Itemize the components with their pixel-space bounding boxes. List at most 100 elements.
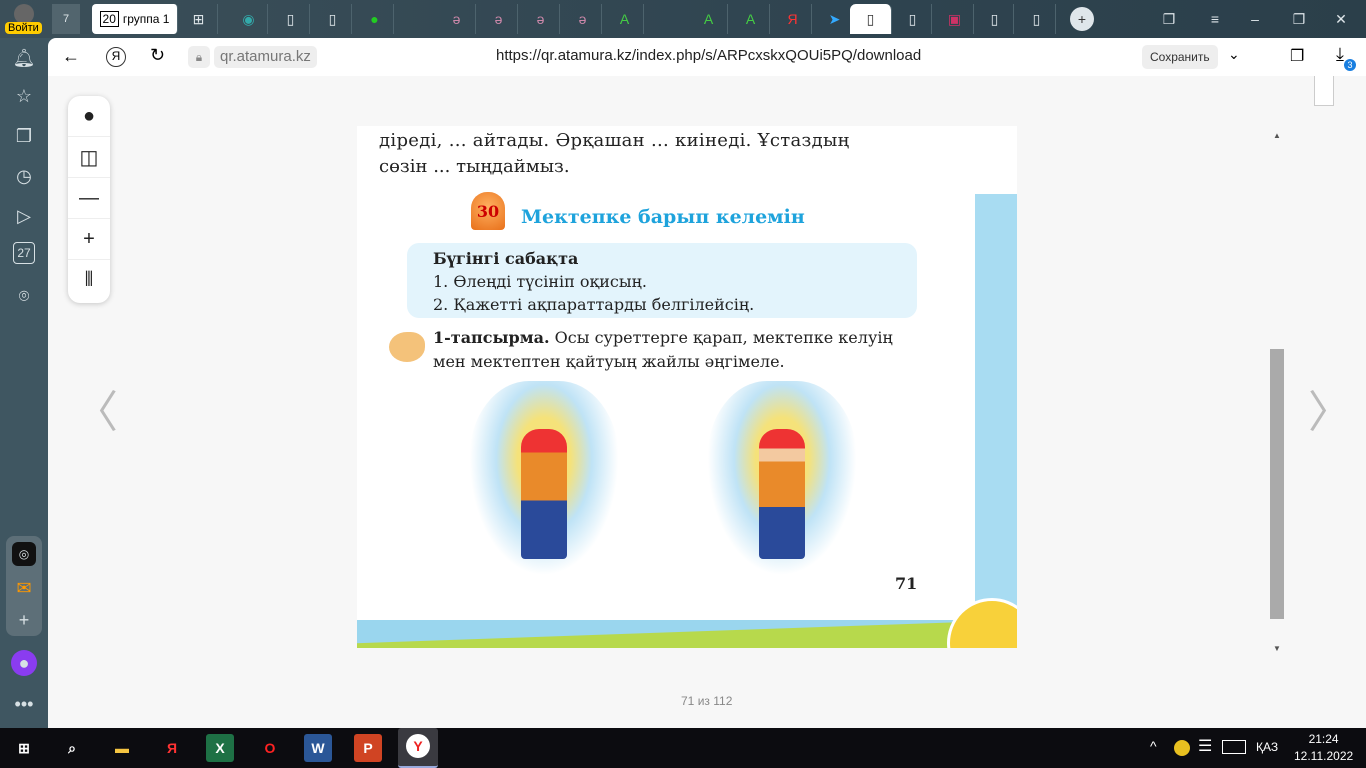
tray-app-icon[interactable] — [1174, 740, 1190, 756]
today-title: Бүгінгі сабақта — [433, 249, 579, 268]
excel-icon[interactable]: X — [206, 734, 234, 762]
scroll-thumb[interactable] — [1270, 349, 1284, 619]
explorer-icon[interactable]: ▬ — [108, 734, 136, 762]
calendar-icon[interactable]: 27 — [13, 242, 35, 264]
back-icon[interactable]: ← — [62, 46, 80, 67]
tab-document[interactable]: ▯ — [272, 4, 310, 34]
bookmark-icon[interactable] — [1314, 76, 1334, 106]
prev-page-arrow[interactable]: 〈 — [74, 376, 118, 440]
minimize-button[interactable]: – — [1236, 4, 1274, 34]
word-icon[interactable]: W — [304, 734, 332, 762]
sun-decoration — [947, 598, 1017, 648]
viewer-toolbar: ● ◫ — + ⫴ — [68, 96, 110, 303]
save-button[interactable]: Сохранить — [1142, 45, 1218, 69]
bell-icon[interactable]: 🔔︎ — [10, 44, 38, 72]
url-input[interactable]: https://qr.atamura.kz/index.php/s/ARPcxs… — [496, 47, 921, 64]
tab-a[interactable]: A — [690, 4, 728, 34]
tab-app[interactable]: ə — [564, 4, 602, 34]
new-tab-button[interactable]: + — [1070, 7, 1094, 31]
tab-app[interactable]: ▣ — [936, 4, 974, 34]
clock[interactable]: 21:24 12.11.2022 — [1294, 731, 1353, 765]
alice-icon[interactable]: ● — [11, 650, 37, 676]
menu-icon[interactable]: ≡ — [1196, 4, 1234, 34]
tab-a[interactable]: A — [606, 4, 644, 34]
browser-sidebar: 🔔︎ ☆ ❐ ◷ ▷ 27 ⌾ ◎ ✉ + ● ••• — [0, 38, 48, 728]
add-app-icon[interactable]: + — [10, 606, 38, 634]
taskbar: ⊞ ⌕ ▬ Я X O W P Y ^ ☰ ҚАЗ 21:24 12.11.202… — [0, 728, 1366, 768]
screenshot-icon[interactable]: ⌾ — [10, 282, 38, 310]
text-line: діреді, ... айтады. Әрқашан ... киінеді.… — [379, 130, 850, 151]
home-tab[interactable]: 7 — [52, 4, 80, 34]
yandex-app-icon[interactable]: Я — [158, 734, 186, 762]
collections-icon[interactable]: ❐ — [10, 122, 38, 150]
reload-icon[interactable]: ↻ — [150, 45, 165, 66]
tab-document[interactable]: ▯ — [1018, 4, 1056, 34]
tab-telegram[interactable]: ➤ — [816, 4, 854, 34]
today-box: Бүгінгі сабақта 1. Өлеңді түсініп оқисың… — [407, 243, 917, 318]
pdf-viewer: ● ◫ — + ⫴ 〈 〉 діреді, ... айтады. Әрқаша… — [48, 76, 1366, 728]
blue-border-right — [975, 194, 1017, 624]
tab-app[interactable]: ə — [522, 4, 560, 34]
chevron-down-icon[interactable]: ⌄ — [1228, 46, 1240, 63]
downloads-icon[interactable]: ⤓ — [1336, 44, 1344, 65]
tab-favicon[interactable]: ◉ — [230, 4, 268, 34]
tray-chevron-icon[interactable]: ^ — [1150, 738, 1157, 754]
tab-a[interactable]: A — [732, 4, 770, 34]
star-icon[interactable]: ☆ — [10, 82, 38, 110]
tab-yandex[interactable]: Я — [774, 4, 812, 34]
yandex-browser-icon[interactable]: Y — [398, 728, 438, 768]
illustration-going-to-school — [469, 381, 619, 576]
notification-icon[interactable]: ☰ — [1198, 736, 1212, 756]
avatar — [14, 4, 34, 24]
tab-document[interactable]: ▯ — [894, 4, 932, 34]
green-border — [357, 620, 1017, 648]
start-button[interactable]: ⊞ — [10, 734, 38, 762]
restore-button[interactable]: ❐ — [1280, 4, 1318, 34]
today-item: 2. Қажетті ақпараттарды белгілейсің. — [433, 295, 755, 314]
next-page-arrow[interactable]: 〉 — [1308, 376, 1352, 440]
page-number: 71 — [895, 574, 918, 593]
address-bar: ← Я ↻ 🔒︎ qr.atamura.kz https://qr.atamur… — [48, 38, 1366, 76]
zoom-in-button[interactable]: + — [68, 219, 110, 260]
scroll-down-arrow[interactable]: ▼ — [1270, 644, 1284, 653]
tab-group[interactable]: 20 группа 1 — [92, 4, 178, 34]
yandex-icon[interactable]: Я — [106, 47, 126, 67]
profile-button[interactable]: Войти — [2, 2, 46, 36]
zoom-out-button[interactable]: — — [68, 178, 110, 219]
app-icon[interactable]: ◎ — [12, 542, 36, 566]
tabs-icon[interactable]: ❐ — [1150, 4, 1188, 34]
opera-icon[interactable]: O — [256, 734, 284, 762]
play-icon[interactable]: ▷ — [10, 202, 38, 230]
tab-active[interactable]: ▯ — [850, 4, 892, 34]
url-host[interactable]: qr.atamura.kz — [214, 46, 317, 68]
language-indicator[interactable]: ҚАЗ — [1256, 740, 1278, 754]
mail-icon[interactable]: ✉ — [10, 574, 38, 602]
scrollbar[interactable]: ▲ ▼ — [1270, 131, 1284, 653]
task-text: 1-тапсырма. Осы суреттерге қарап, мектеп… — [433, 328, 893, 371]
powerpoint-icon[interactable]: P — [354, 734, 382, 762]
lesson-title: Мектепке барып келемін — [521, 206, 805, 228]
illustration-returning-from-school — [707, 381, 857, 576]
tab-whatsapp[interactable]: ● — [356, 4, 394, 34]
tab-bar: Войти 7 20 группа 1 ⊞ ◉ ▯ ▯ ● ə ə ə ə A A… — [0, 0, 1366, 38]
tab-document[interactable]: ▯ — [314, 4, 352, 34]
two-page-icon[interactable]: ◫ — [68, 137, 110, 178]
lock-icon: 🔒︎ — [188, 46, 210, 68]
history-icon[interactable]: ◷ — [10, 162, 38, 190]
tab-app[interactable]: ə — [480, 4, 518, 34]
text-line: сөзін ... тыңдаймыз. — [379, 156, 570, 177]
fit-page-icon[interactable]: ⫴ — [68, 260, 110, 301]
tab-document[interactable]: ▯ — [976, 4, 1014, 34]
new-group-icon[interactable]: ⊞ — [180, 4, 218, 34]
downloads-badge: 3 — [1344, 59, 1356, 71]
reader-icon[interactable]: ❐ — [1290, 46, 1304, 66]
keyboard-icon[interactable] — [1222, 740, 1246, 754]
search-icon[interactable]: ⌕ — [58, 734, 86, 762]
tab-app[interactable]: ə — [438, 4, 476, 34]
close-button[interactable]: ✕ — [1322, 4, 1360, 34]
bell-icon: 30 — [471, 192, 505, 230]
cursor-tool[interactable]: ● — [68, 96, 110, 137]
more-icon[interactable]: ••• — [10, 690, 38, 718]
palette-icon — [389, 332, 425, 362]
scroll-up-arrow[interactable]: ▲ — [1270, 131, 1284, 140]
